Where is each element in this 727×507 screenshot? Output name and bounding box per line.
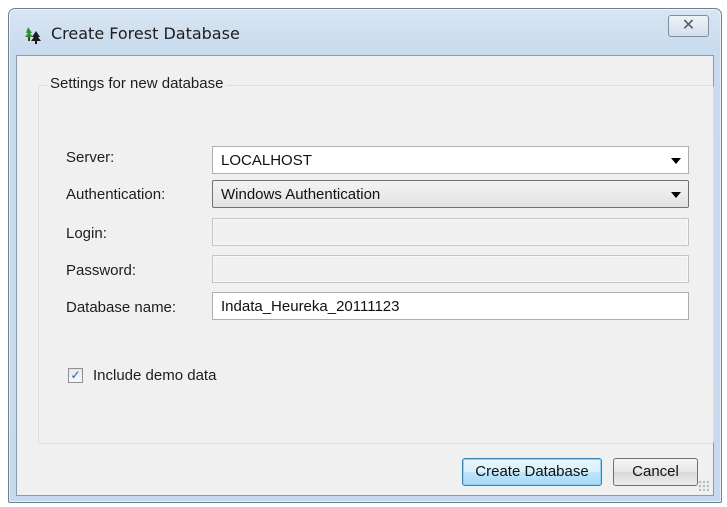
login-field[interactable] [212,218,689,246]
dialog-client-area: Settings for new database Server: LOCALH… [16,55,714,496]
password-label: Password: [66,262,137,279]
authentication-value: Windows Authentication [221,185,381,203]
server-label: Server: [66,149,115,166]
checkmark-icon: ✓ [70,368,81,382]
groupbox-title: Settings for new database [47,75,227,92]
database-name-value: Indata_Heureka_20111123 [221,297,400,315]
authentication-label: Authentication: [66,186,166,203]
window-title: Create Forest Database [51,24,240,43]
server-combobox[interactable]: LOCALHOST [212,146,689,174]
chevron-down-icon[interactable] [671,158,681,164]
create-forest-database-dialog: Create Forest Database ✕ Settings for ne… [8,8,722,503]
close-button[interactable]: ✕ [668,15,709,37]
database-name-label: Database name: [66,299,177,316]
create-database-button[interactable]: Create Database [462,458,602,486]
database-name-field[interactable]: Indata_Heureka_20111123 [212,292,689,320]
forest-tree-icon [25,27,41,44]
chevron-down-icon[interactable] [671,192,681,198]
include-demo-checkbox[interactable]: ✓ [68,368,83,383]
settings-groupbox: Settings for new database Server: LOCALH… [38,75,714,444]
login-label: Login: [66,225,107,242]
password-field[interactable] [212,255,689,283]
include-demo-label[interactable]: Include demo data [93,367,216,384]
close-icon: ✕ [681,15,696,34]
resize-grip[interactable] [698,480,709,491]
cancel-button[interactable]: Cancel [613,458,698,486]
authentication-dropdown[interactable]: Windows Authentication [212,180,689,208]
title-bar[interactable]: Create Forest Database ✕ [9,9,721,55]
server-value: LOCALHOST [221,151,312,169]
